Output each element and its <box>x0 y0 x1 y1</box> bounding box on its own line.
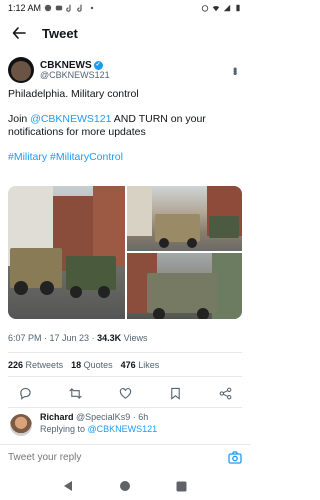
tweet-time: 6:07 PM <box>8 333 42 343</box>
hashtag-military[interactable]: #Military <box>8 151 47 163</box>
reply-item[interactable]: Richard @SpecialKs9 · 6h Replying to @CB… <box>8 412 242 442</box>
reply-icon[interactable] <box>18 386 32 400</box>
dot-icon <box>90 6 94 10</box>
likes-stat[interactable]: 476 Likes <box>121 360 160 370</box>
more-options-icon[interactable]: ••• <box>228 67 242 74</box>
system-nav-bar <box>0 472 250 500</box>
top-app-bar: Tweet <box>0 18 250 48</box>
replying-to-handle[interactable]: @CBKNEWS121 <box>88 424 158 434</box>
quotes-stat[interactable]: 18 Quotes <box>71 360 113 370</box>
views-label: Views <box>123 333 148 343</box>
signal-icon <box>223 4 231 12</box>
nav-back-icon[interactable] <box>61 479 75 493</box>
likes-count: 476 <box>120 360 136 370</box>
status-time: 1:12 AM <box>8 3 42 13</box>
author-handle[interactable]: @CBKNEWS121 <box>40 70 110 81</box>
divider <box>8 407 242 408</box>
reply-author-handle[interactable]: @SpecialKs9 <box>76 412 130 422</box>
chat-icon <box>55 5 63 11</box>
alarm-icon <box>201 5 209 12</box>
battery-icon <box>236 4 240 12</box>
camera-icon[interactable] <box>228 451 242 465</box>
nav-home-icon[interactable] <box>118 479 132 493</box>
tiktok-icon <box>77 4 82 12</box>
reply-author-name[interactable]: Richard <box>40 412 74 422</box>
tweet-line-2-prefix: Join <box>8 112 31 125</box>
retweets-label: Retweets <box>25 360 64 370</box>
bookmark-icon[interactable] <box>168 386 182 400</box>
tweet-meta: 6:07 PM · 17 Jun 23 · 34.3K Views <box>8 333 148 343</box>
media-photo-2[interactable] <box>127 186 242 251</box>
quotes-count: 18 <box>71 360 82 370</box>
reply-avatar[interactable] <box>10 414 32 436</box>
back-button[interactable] <box>10 24 28 42</box>
tweet-actions <box>8 384 242 402</box>
retweets-count: 226 <box>8 360 24 370</box>
status-bar: 1:12 AM <box>0 0 250 16</box>
divider <box>8 352 242 353</box>
quotes-label: Quotes <box>83 360 113 370</box>
media-photo-3[interactable] <box>127 253 242 319</box>
like-icon[interactable] <box>118 386 132 400</box>
likes-label: Likes <box>138 360 160 370</box>
hashtag-military-control[interactable]: #MilitaryControl <box>50 151 123 163</box>
back-arrow-icon <box>12 27 26 39</box>
wifi-icon <box>212 5 220 12</box>
author-name[interactable]: CBKNEWS <box>40 60 92 71</box>
tiktok-icon <box>66 4 71 12</box>
replying-to: Replying to @CBKNEWS121 <box>40 424 157 436</box>
views-count: 34.3K <box>97 333 122 343</box>
reply-composer <box>0 444 250 470</box>
reply-age: 6h <box>138 412 149 422</box>
retweet-icon[interactable] <box>68 386 82 400</box>
tweet-date: 17 Jun 23 <box>49 333 90 343</box>
hashtags: #Military #MilitaryControl <box>8 151 242 165</box>
verified-badge-icon: ✓ <box>93 60 103 70</box>
author-avatar[interactable] <box>8 57 34 83</box>
media-photo-1[interactable] <box>8 186 125 319</box>
messenger-icon <box>44 4 52 12</box>
reply-input[interactable] <box>8 452 208 463</box>
tweet-text: Philadelphia. Military control Join @CBK… <box>8 88 242 176</box>
replying-to-prefix: Replying to <box>40 423 88 434</box>
nav-recents-icon[interactable] <box>175 479 189 493</box>
divider <box>8 376 242 377</box>
retweets-stat[interactable]: 226 Retweets <box>8 360 63 370</box>
mention-link[interactable]: @CBKNEWS121 <box>30 113 111 125</box>
page-title: Tweet <box>42 25 78 41</box>
tweet-stats: 226 Retweets 18 Quotes 476 Likes <box>8 360 159 370</box>
tweet-author: CBKNEWS ✓ @CBKNEWS121 ••• <box>0 55 250 85</box>
share-icon[interactable] <box>218 386 232 400</box>
tweet-line-2: Join @CBKNEWS121 AND TURN on your notifi… <box>8 113 242 140</box>
tweet-line-1: Philadelphia. Military control <box>8 88 139 100</box>
media-grid <box>8 186 242 319</box>
